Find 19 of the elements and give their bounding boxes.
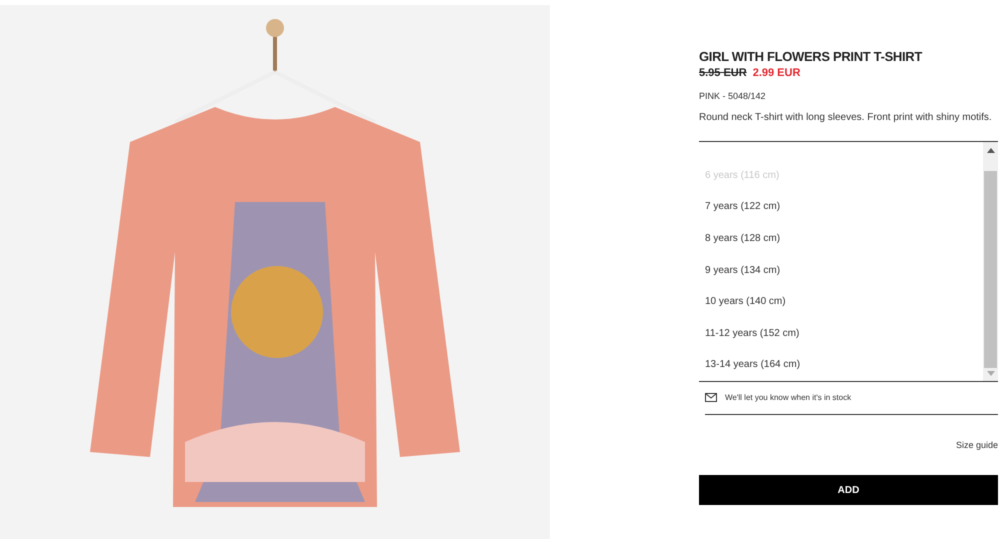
size-option[interactable]: 11-12 years (152 cm)	[705, 317, 983, 349]
size-option[interactable]: 10 years (140 cm)	[705, 286, 983, 318]
size-guide-link[interactable]: Size guide	[956, 438, 998, 452]
scrollbar-thumb[interactable]	[984, 170, 997, 368]
add-button[interactable]: ADD	[699, 475, 998, 505]
scroll-up-icon[interactable]	[986, 148, 994, 152]
product-title: GIRL WITH FLOWERS PRINT T-SHIRT	[699, 49, 924, 65]
envelope-icon	[705, 393, 717, 402]
size-option[interactable]: 9 years (134 cm)	[705, 254, 983, 286]
product-description: Round neck T-shirt with long sleeves. Front print with shiny motifs.	[699, 110, 993, 124]
scrollbar[interactable]	[983, 142, 998, 380]
size-option[interactable]: 13-14 years (164 cm)	[705, 348, 983, 381]
scroll-down-icon[interactable]	[986, 370, 994, 376]
sale-price: 2.99 EUR	[752, 66, 800, 81]
old-price: 5.95 EUR	[699, 66, 747, 81]
stock-notice: We'll let you know when it's in stock	[725, 392, 852, 404]
size-option[interactable]: 7 years (122 cm)	[705, 191, 983, 223]
color-reference: PINK - 5048/142	[699, 90, 767, 103]
size-option[interactable]: 8 years (128 cm)	[705, 222, 983, 254]
